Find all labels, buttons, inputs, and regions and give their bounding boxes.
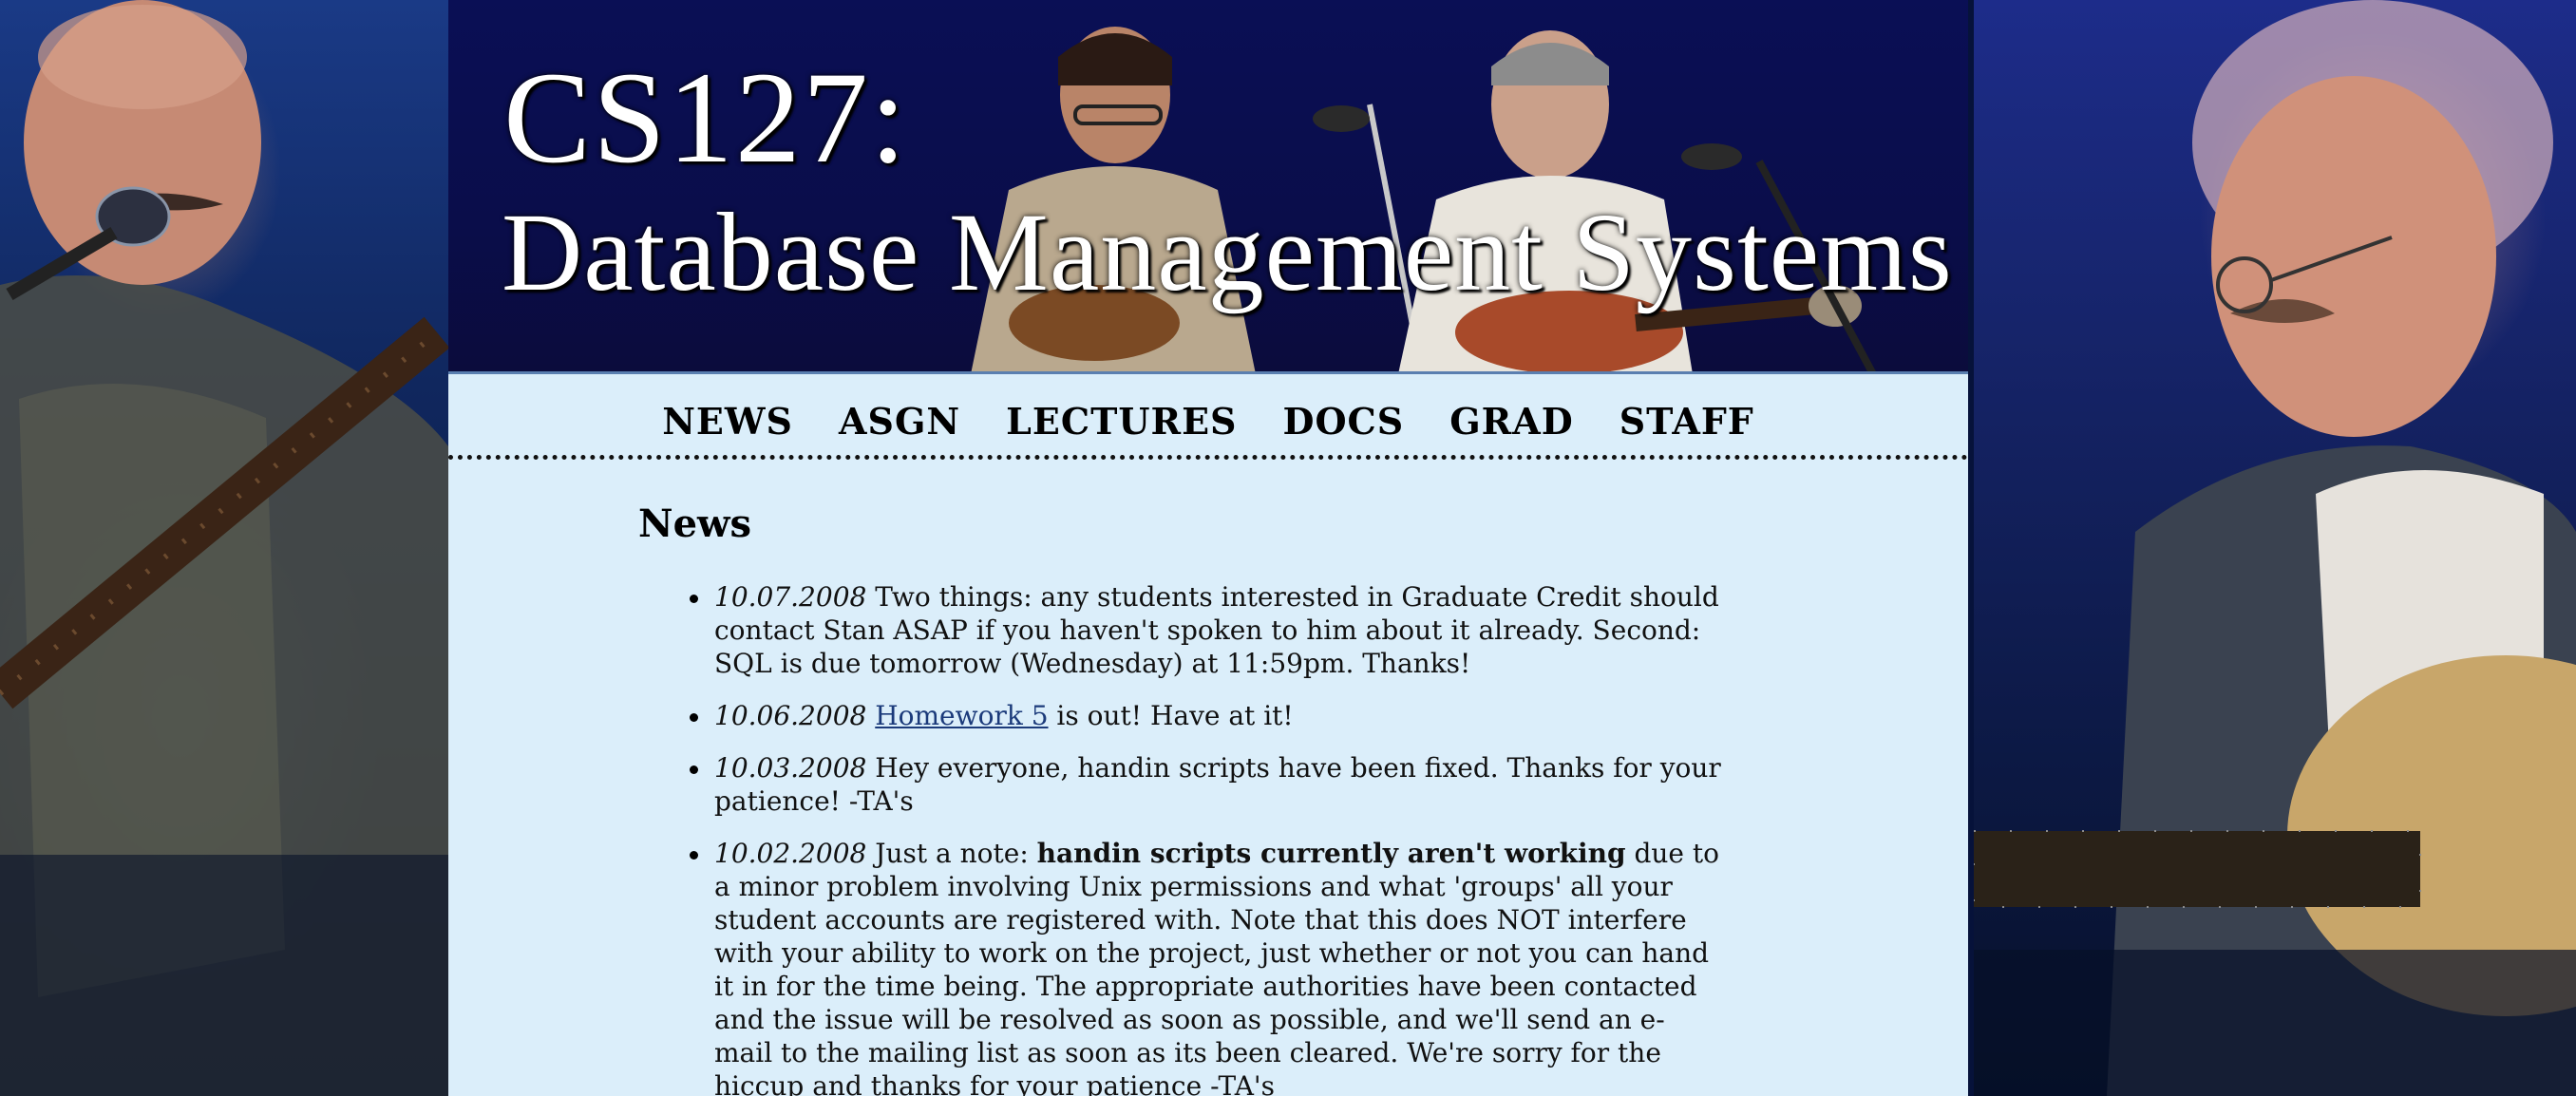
main-column: CS127: Database Management Systems NEWS …	[448, 0, 1968, 1096]
news-list: 10.07.2008 Two things: any students inte…	[638, 580, 1721, 1096]
right-musician-photo	[1974, 0, 2576, 1096]
nav-docs[interactable]: DOCS	[1282, 400, 1404, 443]
news-section: News 10.07.2008 Two things: any students…	[448, 460, 1778, 1096]
news-item: 10.06.2008 Homework 5 is out! Have at it…	[690, 699, 1721, 732]
news-date: 10.02.2008	[714, 838, 867, 869]
news-text	[866, 700, 875, 731]
news-item: 10.07.2008 Two things: any students inte…	[690, 580, 1721, 680]
banner-course-code: CS127:	[503, 45, 909, 190]
news-text: due to a minor problem involving Unix pe…	[714, 838, 1719, 1096]
nav-asgn[interactable]: ASGN	[839, 400, 960, 443]
homework-5-link[interactable]: Homework 5	[875, 700, 1048, 731]
news-text: Just a note:	[866, 838, 1037, 869]
page: CS127: Database Management Systems NEWS …	[0, 0, 2576, 1096]
left-musician-photo	[0, 0, 448, 1096]
news-item: 10.03.2008 Hey everyone, handin scripts …	[690, 751, 1721, 818]
nav-news[interactable]: NEWS	[662, 400, 793, 443]
news-emphasis: handin scripts currently aren't working	[1036, 838, 1626, 869]
banner-musicians-illustration	[971, 27, 1876, 371]
nav-grad[interactable]: GRAD	[1449, 400, 1573, 443]
right-musician-illustration	[1974, 0, 2576, 1096]
page-title: News	[638, 501, 751, 546]
top-nav: NEWS ASGN LECTURES DOCS GRAD STAFF	[448, 374, 1968, 460]
nav-staff[interactable]: STAFF	[1619, 400, 1754, 443]
news-text: is out! Have at it!	[1048, 700, 1294, 731]
news-date: 10.07.2008	[714, 581, 867, 613]
header-banner: CS127: Database Management Systems	[448, 0, 1968, 374]
news-date: 10.03.2008	[714, 752, 867, 784]
news-item: 10.02.2008 Just a note: handin scripts c…	[690, 837, 1721, 1096]
news-date: 10.06.2008	[714, 700, 867, 731]
nav-lectures[interactable]: LECTURES	[1006, 400, 1237, 443]
left-musician-illustration	[0, 0, 448, 1096]
banner-course-title: Database Management Systems	[502, 190, 1953, 314]
